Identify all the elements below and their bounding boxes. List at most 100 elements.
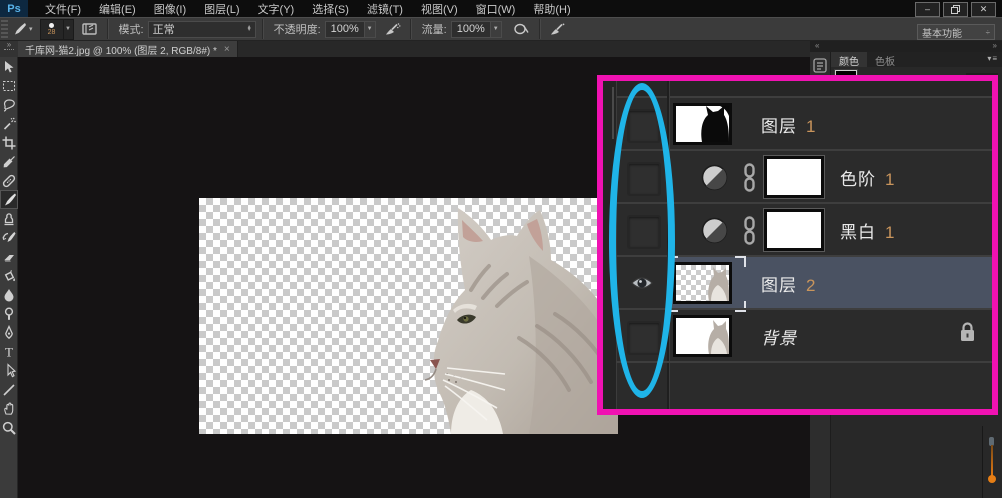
adjustment-layer-icon[interactable] [701, 217, 728, 249]
divider [262, 19, 264, 39]
tool-lasso[interactable] [0, 95, 18, 114]
opacity-input[interactable]: 100% [325, 21, 365, 38]
tool-brush[interactable] [0, 190, 18, 209]
menu-filter[interactable]: 滤镜(T) [358, 0, 412, 19]
updown-arrows-icon: ▴▾ [242, 26, 251, 32]
menu-type[interactable]: 文字(Y) [249, 0, 304, 19]
close-tab-icon[interactable]: × [224, 44, 230, 55]
layer-thumbnail[interactable] [673, 103, 732, 145]
layer-name[interactable]: 黑白1 [840, 218, 895, 243]
close-icon[interactable]: ✕ [971, 2, 996, 17]
chevron-down-icon[interactable]: ▼ [63, 20, 73, 39]
tool-crop[interactable] [0, 133, 18, 152]
tab-swatches[interactable]: 色板 [867, 52, 903, 67]
divider [539, 19, 541, 39]
ps-logo: Ps [0, 0, 28, 17]
tool-history-brush[interactable] [0, 228, 18, 247]
opacity-dropdown-icon[interactable]: ▼ [365, 21, 376, 38]
divider [107, 19, 109, 39]
tool-rectangular-marquee[interactable] [0, 76, 18, 95]
menu-window[interactable]: 窗口(W) [467, 0, 525, 19]
menu-help[interactable]: 帮助(H) [524, 0, 579, 19]
path-selection-icon [1, 363, 17, 379]
airbrush-opacity-pressure-icon[interactable] [384, 22, 401, 36]
flow-label: 流量: [422, 21, 447, 37]
collapse-panels-left-icon[interactable]: « [815, 41, 819, 50]
layer-mask-thumbnail[interactable] [764, 156, 824, 198]
layer-name[interactable]: 图层1 [761, 112, 816, 137]
layer-thumbnail[interactable] [673, 315, 732, 357]
tool-blur[interactable] [0, 285, 18, 304]
tool-pen[interactable] [0, 323, 18, 342]
orange-slider-track[interactable] [991, 445, 993, 477]
toggle-brush-panel-icon[interactable] [82, 22, 98, 36]
document-tab-bar: 千库网-猫2.jpg @ 100% (图层 2, RGB/8#) * × [18, 41, 810, 57]
layer-row-background[interactable]: 背景 [616, 308, 992, 361]
tool-move[interactable] [0, 57, 18, 76]
tool-paint-bucket[interactable] [0, 266, 18, 285]
flow-value: 100% [457, 23, 485, 35]
layer-mask-link-icon[interactable] [742, 216, 757, 250]
blur-icon [1, 287, 17, 303]
tool-zoom[interactable] [0, 418, 18, 437]
move-icon [1, 59, 17, 75]
menu-image[interactable]: 图像(I) [145, 0, 195, 19]
tool-hand[interactable] [0, 399, 18, 418]
document-tab[interactable]: 千库网-猫2.jpg @ 100% (图层 2, RGB/8#) * × [18, 41, 238, 57]
brush-tool-preset-icon[interactable]: ▾ [11, 22, 33, 36]
tool-line[interactable] [0, 380, 18, 399]
visibility-column-highlight-ellipse [609, 83, 675, 398]
layer-mask-thumbnail[interactable] [764, 209, 824, 251]
brush-size-preview[interactable]: 28 ▼ [40, 19, 74, 40]
tools-panel: T [0, 57, 18, 498]
brush-tip-dot [49, 23, 54, 28]
restore-icon[interactable] [943, 2, 968, 17]
tool-eyedropper[interactable] [0, 152, 18, 171]
opacity-value: 100% [331, 23, 359, 35]
tab-color[interactable]: 颜色 [831, 52, 867, 67]
adjustment-layer-icon[interactable] [701, 164, 728, 196]
blend-mode-select[interactable]: 正常 ▴▾ [148, 21, 256, 38]
tool-path-selection[interactable] [0, 361, 18, 380]
line-icon [1, 382, 17, 398]
menu-bar: Ps 文件(F) 编辑(E) 图像(I) 图层(L) 文字(Y) 选择(S) 滤… [0, 0, 1002, 17]
document-canvas[interactable] [199, 198, 618, 434]
tool-eraser[interactable] [0, 247, 18, 266]
options-bar: ▾ 28 ▼ 模式: 正常 ▴▾ 不透明度: 100% ▼ 流量: [0, 17, 1002, 41]
orange-slider-handle[interactable] [988, 475, 996, 483]
menu-layer[interactable]: 图层(L) [195, 0, 248, 19]
layer-name[interactable]: 图层2 [761, 271, 816, 296]
tool-magic-wand[interactable] [0, 114, 18, 133]
layers-panel-top-edge [616, 81, 992, 96]
tool-clone-stamp[interactable] [0, 209, 18, 228]
flow-input[interactable]: 100% [451, 21, 491, 38]
menu-edit[interactable]: 编辑(E) [90, 0, 145, 19]
menu-select[interactable]: 选择(S) [303, 0, 358, 19]
hand-icon [1, 401, 17, 417]
minimize-icon[interactable]: – [915, 2, 940, 17]
layer-name[interactable]: 色阶1 [840, 165, 895, 190]
tablet-pressure-icon[interactable] [549, 22, 566, 36]
panel-menu-icon[interactable]: ▾≡ [987, 54, 998, 63]
tools-panel-header[interactable]: » [0, 41, 18, 57]
menu-file[interactable]: 文件(F) [36, 0, 90, 19]
type-icon: T [1, 344, 17, 360]
tool-type[interactable]: T [0, 342, 18, 361]
collapse-panels-right-icon[interactable]: » [993, 41, 997, 50]
window-controls: – ✕ [915, 2, 996, 17]
layer-name[interactable]: 背景 [761, 324, 797, 349]
svg-text:T: T [5, 344, 13, 359]
tool-spot-healing-brush[interactable] [0, 171, 18, 190]
airbrush-toggle-icon[interactable] [512, 22, 530, 36]
workspace-switcher[interactable]: 基本功能 ÷ [917, 24, 995, 40]
flow-dropdown-icon[interactable]: ▼ [491, 21, 502, 38]
tool-dodge[interactable] [0, 304, 18, 323]
divider [982, 426, 983, 498]
layer-row-tuceng1[interactable]: 图层1 [616, 96, 992, 149]
layer-mask-link-icon[interactable] [742, 163, 757, 197]
layer-thumbnail[interactable] [673, 262, 732, 304]
options-bar-grip[interactable] [1, 20, 8, 38]
dock-header: « » [810, 41, 1002, 52]
pen-icon [1, 325, 17, 341]
menu-view[interactable]: 视图(V) [412, 0, 467, 19]
